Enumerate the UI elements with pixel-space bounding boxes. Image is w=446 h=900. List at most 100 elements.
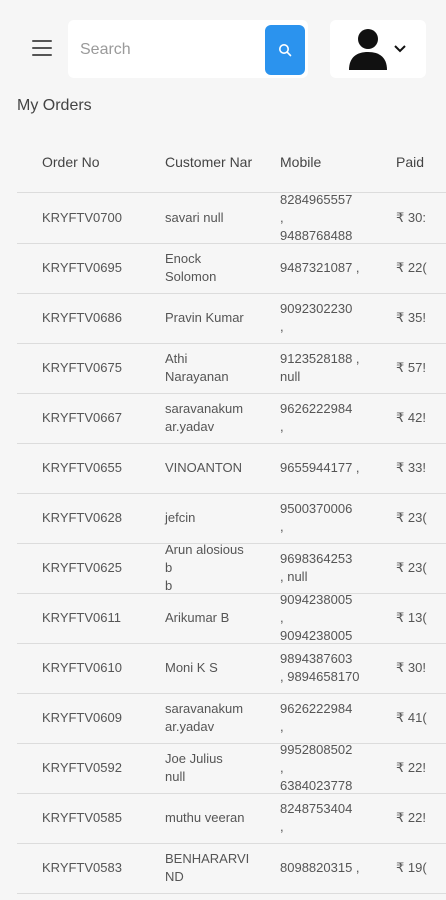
orders-table: Order No Customer Nar Mobile Paid KRYFTV… bbox=[17, 136, 446, 900]
order-number: KRYFTV0609 bbox=[42, 710, 122, 725]
mobile-number: 8248753404, bbox=[280, 800, 380, 836]
table-row[interactable]: KRYFTV0609 saravanakum ar.yadav 9626222984,… bbox=[17, 693, 446, 744]
mobile-number-line: , bbox=[280, 419, 284, 434]
customer-name-line: Arikumar B bbox=[165, 610, 230, 625]
mobile-number-line: 9894387603 bbox=[280, 651, 353, 666]
mobile-number-line: 9487321087 , bbox=[280, 260, 360, 275]
table-row[interactable]: KRYFTV0585 muthu veeran 8248753404, ₹ 22! bbox=[17, 793, 446, 844]
table-row[interactable]: KRYFTV0592 Joe Julius null 9952808502, 63840… bbox=[17, 741, 446, 795]
customer-name-line: Enock bbox=[165, 251, 202, 266]
customer-name-line: Solomon bbox=[165, 269, 217, 284]
profile-menu-button[interactable] bbox=[330, 20, 426, 78]
customer-name: Moni K S bbox=[165, 659, 263, 677]
mobile-number-line: 9655944177 , bbox=[280, 460, 360, 475]
order-number: KRYFTV0625 bbox=[42, 560, 122, 575]
mobile-number-line: 9094238005 bbox=[280, 592, 353, 607]
customer-name-line: muthu veeran bbox=[165, 810, 245, 825]
table-row[interactable]: KRYFTV0628 jefcin 9500370006, ₹ 23( bbox=[17, 493, 446, 544]
customer-name: VINOANTON bbox=[165, 459, 263, 477]
table-row[interactable]: KRYFTV0700 savari null 8284965557, 94887684… bbox=[17, 191, 446, 245]
customer-name-line: VINOANTON bbox=[165, 460, 243, 475]
customer-name-line: null bbox=[165, 769, 186, 784]
customer-name: jefcin bbox=[165, 509, 263, 527]
search-button[interactable] bbox=[265, 25, 305, 75]
customer-name: saravanakum ar.yadav bbox=[165, 400, 263, 436]
customer-name: savari null bbox=[165, 209, 263, 227]
mobile-number: 8284965557, 9488768488 bbox=[280, 191, 380, 245]
mobile-number: 9092302230, bbox=[280, 300, 380, 336]
order-number: KRYFTV0610 bbox=[42, 660, 122, 675]
mobile-number: 9094238005, 9094238005 bbox=[280, 591, 380, 645]
mobile-number-line: 9092302230 bbox=[280, 301, 353, 316]
mobile-number-line: 8098820315 , bbox=[280, 860, 360, 875]
mobile-number-line: 9626222984 bbox=[280, 401, 353, 416]
order-number: KRYFTV0592 bbox=[42, 760, 122, 775]
mobile-number: 9952808502, 6384023778 bbox=[280, 741, 380, 795]
mobile-number-line: null bbox=[280, 369, 301, 384]
mobile-number: 9626222984, bbox=[280, 700, 380, 736]
mobile-number-line: 9123528188 , bbox=[280, 351, 360, 366]
mobile-number: 9698364253 , null bbox=[280, 550, 380, 586]
paid-amount: ₹ 42! bbox=[396, 410, 426, 425]
customer-name: muthu veeran bbox=[165, 809, 263, 827]
customer-name: BENHARARVI ND bbox=[165, 850, 263, 886]
table-row[interactable]: KRYFTV0610 Moni K S 9894387603 , 9894658170… bbox=[17, 643, 446, 694]
mobile-number-line: , bbox=[280, 610, 284, 625]
mobile-number: 8098820315 , bbox=[280, 859, 380, 877]
chevron-down-icon bbox=[394, 45, 406, 53]
mobile-number: 9655944177 , bbox=[280, 459, 380, 477]
customer-name-line: ND bbox=[165, 869, 184, 884]
table-row[interactable]: KRYFTV0625 Arun alosious b b 9698364253, nul… bbox=[17, 542, 446, 594]
table-row[interactable]: KRYFTV0675 Athi Narayanan 9123528188 , null ₹… bbox=[17, 343, 446, 394]
mobile-number-line: 9626222984 bbox=[280, 701, 353, 716]
mobile-number: 9626222984, bbox=[280, 400, 380, 436]
table-row[interactable]: KRYFTV0655 VINOANTON 9655944177 , ₹ 33! bbox=[17, 443, 446, 494]
column-header-paid: Paid bbox=[396, 154, 425, 170]
paid-amount: ₹ 30! bbox=[396, 660, 426, 675]
mobile-number-line: , bbox=[280, 819, 284, 834]
paid-amount: ₹ 22! bbox=[396, 810, 426, 825]
paid-amount: ₹ 19( bbox=[396, 860, 427, 875]
paid-amount: ₹ 30: bbox=[396, 210, 426, 225]
customer-name-line: BENHARARVI bbox=[165, 851, 250, 866]
customer-name-line: ar.yadav bbox=[165, 419, 215, 434]
column-header-mobile: Mobile bbox=[280, 154, 322, 170]
menu-icon-bar-2 bbox=[32, 47, 52, 49]
table-row[interactable]: KRYFTV0695 Enock Solomon 9487321087 , ₹ 22( bbox=[17, 243, 446, 294]
paid-amount: ₹ 23( bbox=[396, 510, 427, 525]
paid-amount: ₹ 57! bbox=[396, 360, 426, 375]
menu-button[interactable] bbox=[32, 40, 52, 56]
order-number: KRYFTV0695 bbox=[42, 260, 122, 275]
customer-name-line: Arun alosious bbox=[165, 542, 244, 557]
customer-name-line: b bbox=[165, 560, 173, 575]
paid-amount: ₹ 41( bbox=[396, 710, 427, 725]
customer-name-line: saravanakum bbox=[165, 701, 244, 716]
app-header bbox=[0, 0, 446, 96]
table-row[interactable]: KRYFTV0667 saravanakum ar.yadav 9626222984,… bbox=[17, 393, 446, 444]
mobile-number-line: , null bbox=[280, 569, 308, 584]
table-row[interactable]: KRYFTV0611 Arikumar B 9094238005, 909423800… bbox=[17, 591, 446, 645]
search-input[interactable] bbox=[78, 34, 262, 66]
customer-name-line: jefcin bbox=[165, 510, 196, 525]
mobile-number: 9487321087 , bbox=[280, 259, 380, 277]
customer-name: Athi Narayanan bbox=[165, 350, 263, 386]
customer-name-line: ar.yadav bbox=[165, 719, 215, 734]
mobile-number: 9894387603 , 9894658170 bbox=[280, 650, 380, 686]
customer-name-line: Moni K S bbox=[165, 660, 218, 675]
customer-name: Pravin Kumar bbox=[165, 309, 263, 327]
paid-amount: ₹ 35! bbox=[396, 310, 426, 325]
mobile-number: 9123528188 , null bbox=[280, 350, 380, 386]
table-header: Order No Customer Nar Mobile Paid bbox=[17, 136, 446, 192]
customer-name-line: Athi bbox=[165, 351, 188, 366]
order-number: KRYFTV0628 bbox=[42, 510, 122, 525]
table-row[interactable]: KRYFTV0583 BENHARARVI ND 8098820315 , ₹ 19( bbox=[17, 843, 446, 894]
mobile-number-line: , bbox=[280, 719, 284, 734]
order-number: KRYFTV0583 bbox=[42, 860, 122, 875]
table-row[interactable]: KRYFTV0686 Pravin Kumar 9092302230, ₹ 35! bbox=[17, 293, 446, 344]
mobile-number-line: 9698364253 bbox=[280, 551, 353, 566]
column-header-customer-name: Customer Nar bbox=[165, 154, 253, 170]
customer-name-line: savari null bbox=[165, 210, 224, 225]
search-box bbox=[68, 20, 308, 78]
user-avatar-icon bbox=[349, 29, 387, 70]
customer-name: Enock Solomon bbox=[165, 250, 263, 286]
